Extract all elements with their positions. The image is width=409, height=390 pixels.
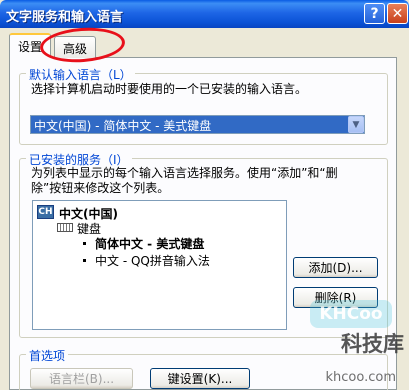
service-item[interactable]: 简体中文 - 美式键盘 (95, 235, 204, 252)
default-language-description: 选择计算机启动时要使用的一个已安装的输入语言。 (31, 82, 308, 96)
watermark-logo: KHCoo (310, 300, 392, 328)
help-button[interactable]: ? (364, 3, 385, 24)
installed-services-description-1: 为列表中显示的每个输入语言选择服务。使用“添加”和“删 (31, 166, 338, 180)
default-language-select[interactable]: 中文(中国) - 简体中文 - 美式键盘 (30, 115, 365, 134)
add-button[interactable]: 添加(D)... (293, 257, 378, 278)
bullet-icon (83, 259, 86, 262)
tab-settings[interactable]: 设置 (9, 33, 52, 58)
installed-services-description-2: 除”按钮来修改这个列表。 (31, 181, 170, 195)
tab-advanced[interactable]: 高级 (54, 36, 97, 58)
window-title: 文字服务和输入语言 (6, 10, 124, 25)
keyboard-icon (57, 223, 73, 232)
language-bar-button[interactable]: 语言栏(B)... (30, 368, 133, 389)
key-settings-button[interactable]: 键设置(K)... (150, 368, 250, 389)
watermark-name: 科技库 (341, 332, 404, 356)
bullet-icon (83, 242, 86, 245)
title-bar[interactable]: 文字服务和输入语言 ? ✕ (0, 0, 409, 28)
watermark-url: khcoo.com (325, 370, 397, 385)
chevron-down-icon[interactable]: ▼ (348, 116, 364, 133)
preferences-title: 首选项 (26, 347, 69, 364)
language-badge-icon: CH (37, 205, 54, 219)
service-item[interactable]: 中文 - QQ拼音输入法 (95, 252, 210, 269)
close-button[interactable]: ✕ (387, 3, 408, 24)
